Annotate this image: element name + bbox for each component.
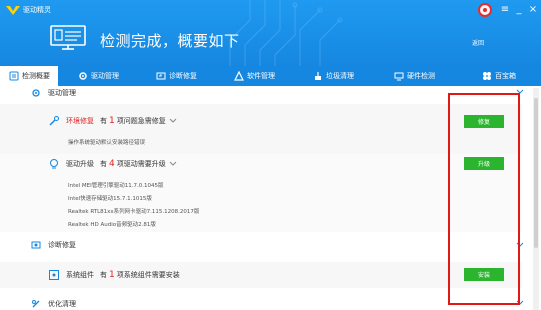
system-component-header: 系统组件 有 1 项系统组件需要安装 xyxy=(48,269,180,281)
monitor-icon xyxy=(50,25,86,50)
scrollbar-thumb[interactable] xyxy=(534,98,538,248)
system-component-row: 系统组件 有 1 项系统组件需要安装 安装 xyxy=(0,262,522,288)
chevron-down-icon[interactable] xyxy=(169,160,177,168)
tab-hardware-detect[interactable]: 硬件检测 xyxy=(372,66,456,86)
env-repair-row: 环境修复 有 1 项问题急需修复 操作系统驱动默认安装路径错误 修复 xyxy=(0,104,522,154)
driver-upgrade-count: 4 xyxy=(109,159,115,169)
section-label: 优化清理 xyxy=(48,299,76,308)
tab-label: 硬件检测 xyxy=(407,72,435,80)
user-avatar-icon[interactable] xyxy=(478,3,492,17)
app-title: 驱动精灵 xyxy=(6,5,51,15)
overview-icon xyxy=(8,71,19,82)
back-link[interactable]: 返回 xyxy=(472,38,484,47)
wrench-icon xyxy=(155,71,166,82)
driver-upgrade-suffix: 项驱动需要升级 xyxy=(116,160,166,168)
component-icon xyxy=(48,269,60,281)
light-bulb-icon xyxy=(48,158,60,170)
list-item: Realtek HD Audio音频驱动2.81版 xyxy=(68,222,156,228)
tab-driver-management[interactable]: 驱动管理 xyxy=(58,66,138,86)
gear-icon xyxy=(30,87,41,98)
scrollbar[interactable] xyxy=(533,88,539,310)
app-logo-icon xyxy=(6,5,20,15)
tab-toolbox[interactable]: 百宝箱 xyxy=(456,66,541,86)
driver-upgrade-header: 驱动升级 有 4 项驱动需要升级 xyxy=(48,158,177,170)
main-tabs: 检测概要 驱动管理 诊断修复 软件管理 垃圾清理 硬件检测 百宝箱 xyxy=(0,66,541,86)
highlight-annotation-box xyxy=(448,93,520,305)
env-repair-header: 环境修复 有 1 项问题急需修复 xyxy=(48,115,177,127)
tab-label: 诊断修复 xyxy=(169,72,197,80)
list-item: Intel快速存储驱动15.7.1.1015版 xyxy=(68,196,152,202)
env-repair-prefix: 有 xyxy=(100,117,107,125)
section-label: 诊断修复 xyxy=(48,241,76,249)
software-icon xyxy=(233,71,244,82)
tab-label: 检测概要 xyxy=(22,72,50,80)
env-repair-suffix: 项问题急需修复 xyxy=(116,117,166,125)
tab-overview[interactable]: 检测概要 xyxy=(0,66,58,86)
driver-upgrade-row: 驱动升级 有 4 项驱动需要升级 Intel MEI管理引擎驱动11.7.0.1… xyxy=(0,154,522,232)
app-title-text: 驱动精灵 xyxy=(23,6,51,14)
tab-label: 驱动管理 xyxy=(91,72,119,80)
driver-upgrade-title: 驱动升级 xyxy=(66,160,94,168)
menu-icon[interactable]: ≡ xyxy=(499,3,511,15)
minimize-icon[interactable]: _ xyxy=(513,3,525,15)
system-component-title: 系统组件 xyxy=(66,271,94,279)
tab-label: 垃圾清理 xyxy=(326,72,354,80)
close-icon[interactable]: × xyxy=(527,3,539,15)
broom-icon xyxy=(312,71,323,82)
page-title: 检测完成，概要如下 xyxy=(100,32,240,50)
repair-tool-icon xyxy=(48,115,60,127)
list-item: Realtek RTL81xx系列网卡驱动7.115.1208.2017版 xyxy=(68,209,200,215)
tab-software-management[interactable]: 软件管理 xyxy=(214,66,294,86)
optimize-icon xyxy=(30,298,41,309)
chevron-down-icon[interactable] xyxy=(169,117,177,125)
system-component-prefix: 有 xyxy=(100,271,107,279)
toolbox-icon xyxy=(481,71,492,82)
section-label: 驱动管理 xyxy=(48,88,76,97)
tab-label: 百宝箱 xyxy=(495,72,516,80)
driver-upgrade-prefix: 有 xyxy=(100,160,107,168)
tab-diagnose-repair[interactable]: 诊断修复 xyxy=(138,66,214,86)
header-bar: 驱动精灵 ≡ _ × 检测完成，概要如下 返回 xyxy=(0,0,541,66)
env-repair-detail: 操作系统驱动默认安装路径错误 xyxy=(68,140,146,146)
system-component-suffix: 项系统组件需要安装 xyxy=(116,271,180,279)
env-repair-title: 环境修复 xyxy=(66,117,94,125)
diagnose-icon xyxy=(30,240,41,251)
gear-icon xyxy=(77,71,88,82)
system-component-count: 1 xyxy=(109,270,115,280)
hardware-icon xyxy=(393,71,404,82)
list-item: Intel MEI管理引擎驱动11.7.0.1045版 xyxy=(68,183,164,189)
env-repair-count: 1 xyxy=(109,116,115,126)
tab-junk-cleanup[interactable]: 垃圾清理 xyxy=(294,66,372,86)
tab-label: 软件管理 xyxy=(247,72,275,80)
